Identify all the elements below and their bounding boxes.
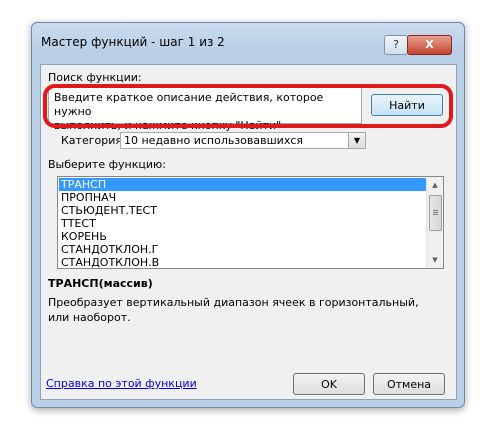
list-scrollbar[interactable]: ▲ ▼	[426, 177, 443, 268]
list-item[interactable]: КОРЕНЬ	[59, 230, 429, 243]
search-label: Поиск функции:	[48, 71, 142, 84]
ok-button[interactable]: OK	[293, 373, 365, 395]
red-highlight-frame	[43, 84, 453, 128]
scroll-down-icon[interactable]: ▼	[427, 252, 443, 268]
scroll-up-icon[interactable]: ▲	[427, 177, 443, 193]
function-listbox[interactable]: ТРАНСП ПРОПНАЧ СТЬЮДЕНТ.ТЕСТ ТТЕСТ КОРЕН…	[57, 176, 444, 269]
cancel-button[interactable]: Отмена	[373, 373, 445, 395]
list-item[interactable]: СТАНДОТКЛОН.В	[59, 256, 429, 268]
function-description: Преобразует вертикальный диапазон ячеек …	[48, 296, 419, 324]
list-item[interactable]: ПРОПНАЧ	[59, 191, 429, 204]
help-icon[interactable]: ?	[384, 35, 408, 55]
dialog-body: Поиск функции: Введите краткое описание …	[40, 64, 457, 400]
list-item[interactable]: СТЬЮДЕНТ.ТЕСТ	[59, 204, 429, 217]
close-icon[interactable]: X	[407, 35, 452, 55]
list-item[interactable]: ТРАНСП	[59, 178, 429, 191]
chevron-down-icon[interactable]: ▼	[348, 133, 365, 148]
category-value: 10 недавно использовавшихся	[124, 134, 304, 147]
dialog-title: Мастер функций - шаг 1 из 2	[41, 35, 225, 49]
scroll-thumb[interactable]	[429, 195, 442, 231]
function-signature: ТРАНСП(массив)	[48, 277, 153, 290]
category-label: Категория:	[61, 134, 126, 147]
list-item[interactable]: СТАНДОТКЛОН.Г	[59, 243, 429, 256]
title-bar[interactable]: Мастер функций - шаг 1 из 2 ? X	[32, 23, 464, 63]
function-list-label: Выберите функцию:	[48, 158, 166, 171]
function-wizard-dialog: Мастер функций - шаг 1 из 2 ? X Поиск фу…	[31, 22, 465, 408]
list-item[interactable]: ТТЕСТ	[59, 217, 429, 230]
category-select[interactable]: 10 недавно использовавшихся ▼	[120, 132, 366, 149]
help-link[interactable]: Справка по этой функции	[46, 377, 197, 390]
